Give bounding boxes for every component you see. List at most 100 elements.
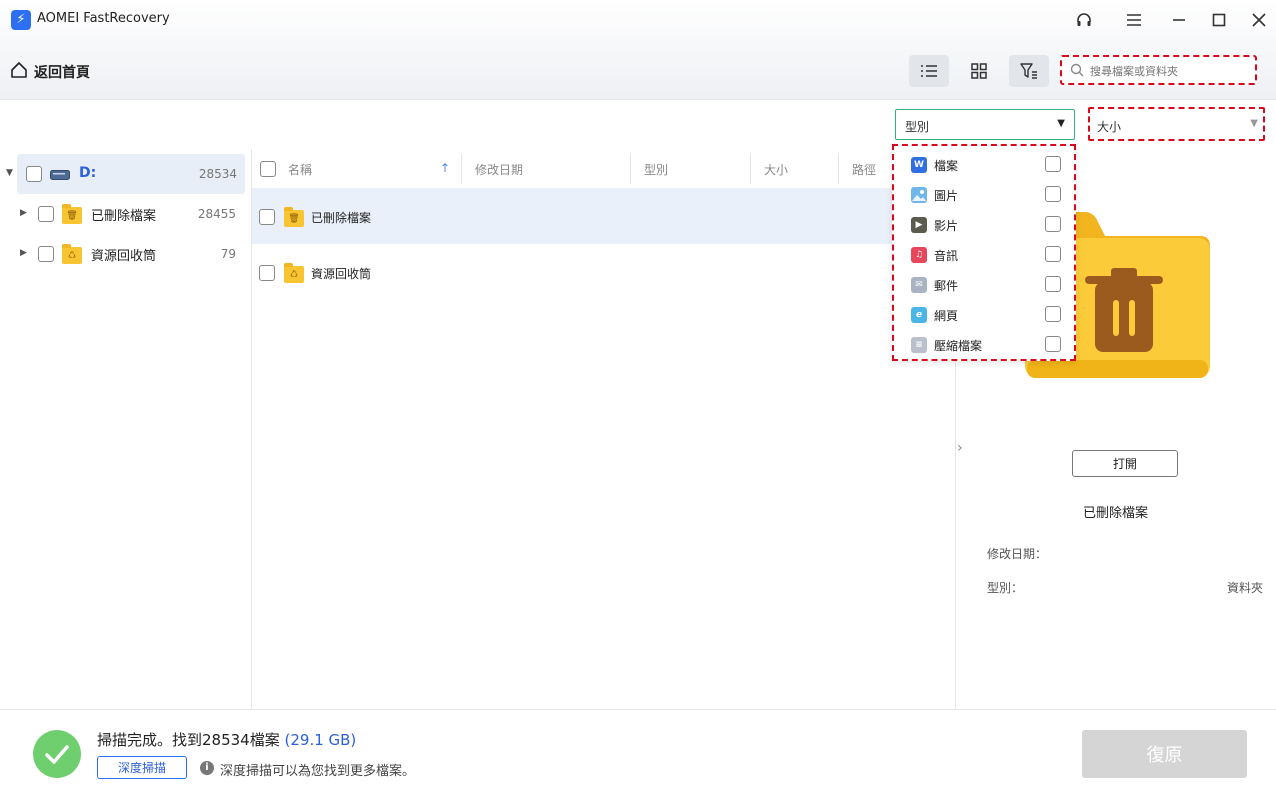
close-icon[interactable]	[1244, 6, 1274, 34]
home-icon[interactable]	[10, 61, 28, 79]
size-filter-label: 大小	[1097, 120, 1122, 134]
maximize-icon[interactable]	[1204, 6, 1234, 34]
caret-down-icon: ▼	[1057, 118, 1065, 129]
type-filter-dropdown: W 檔案 圖片 ▶ 影片 ♫ 音訊 ✉ 郵件 e 網頁 ≡ 壓縮檔案	[892, 144, 1076, 361]
web-page-icon: e	[911, 307, 927, 323]
tree-item-recycle-bin[interactable]: ▶ ♺ 資源回收筒 79	[0, 234, 245, 274]
column-header-path[interactable]: 路徑	[852, 161, 876, 178]
tree-root-drive[interactable]: ▼ D: 28534	[6, 154, 245, 194]
scan-status-prefix: 掃描完成。找到28534檔案	[97, 731, 285, 749]
type-option-label: 壓縮檔案	[934, 339, 983, 353]
preview-type-label: 型別：	[987, 581, 1024, 595]
select-all-checkbox[interactable]	[260, 161, 276, 177]
app-title: AOMEI FastRecovery	[37, 11, 170, 26]
mail-icon: ✉	[911, 277, 927, 293]
image-icon	[911, 187, 927, 203]
open-button[interactable]: 打開	[1072, 450, 1178, 477]
type-filter-select[interactable]: 型別 ▼	[895, 109, 1075, 140]
type-option-checkbox[interactable]	[1045, 276, 1061, 292]
filter-button[interactable]	[1009, 55, 1049, 87]
deep-scan-button[interactable]: 深度掃描	[97, 756, 187, 779]
column-header-name[interactable]: 名稱	[288, 161, 312, 178]
zip-icon: ≡	[911, 337, 927, 353]
column-header-size[interactable]: 大小	[764, 161, 788, 178]
scan-complete-check-icon	[33, 730, 81, 778]
back-to-home-link[interactable]: 返回首頁	[34, 62, 90, 82]
column-header-type[interactable]: 型別	[644, 161, 668, 178]
search-icon	[1070, 63, 1084, 77]
type-option-checkbox[interactable]	[1045, 336, 1061, 352]
tree-checkbox[interactable]	[26, 166, 42, 182]
type-option-label: 檔案	[934, 159, 959, 173]
chevron-right-icon[interactable]: ›	[957, 440, 963, 456]
table-row[interactable]: ♺ 資源回收筒	[252, 245, 955, 300]
row-name: 已刪除檔案	[311, 211, 372, 225]
row-checkbox[interactable]	[259, 209, 275, 225]
type-option-checkbox[interactable]	[1045, 246, 1061, 262]
tree-item-label: 已刪除檔案	[91, 209, 157, 224]
folder-tree-panel: ▼ D: 28534 ▶ 🗑 已刪除檔案 28455 ▶ ♺ 資源回收筒 79	[0, 149, 252, 709]
type-option-label: 音訊	[934, 249, 959, 263]
preview-modified-label: 修改日期：	[987, 547, 1048, 561]
tree-item-label: 資源回收筒	[91, 249, 157, 264]
type-option-label: 網頁	[934, 309, 959, 323]
list-view-button[interactable]	[909, 55, 949, 87]
file-list-header: 名稱 ↑ 修改日期 型別 大小 路徑	[252, 149, 955, 189]
row-checkbox[interactable]	[259, 265, 275, 281]
tree-root-count: 28534	[198, 167, 237, 181]
headset-support-icon[interactable]	[1069, 6, 1099, 34]
minimize-icon[interactable]	[1164, 6, 1194, 34]
caret-down-icon: ▼	[1250, 118, 1258, 129]
trash-folder-icon: 🗑	[284, 207, 304, 227]
row-name: 資源回收筒	[311, 267, 372, 281]
music-icon: ♫	[911, 247, 927, 263]
tree-checkbox[interactable]	[38, 206, 54, 222]
list-view-icon	[921, 65, 937, 77]
size-filter-select[interactable]: 大小 ▼	[1088, 107, 1265, 141]
video-icon: ▶	[911, 217, 927, 233]
expand-arrow-icon[interactable]: ▼	[6, 168, 13, 178]
type-filter-label: 型別	[905, 120, 930, 134]
preview-type-value: 資料夾	[1226, 581, 1263, 595]
expand-arrow-icon[interactable]: ▶	[20, 248, 27, 258]
type-option-audio[interactable]: ♫ 音訊	[894, 240, 1074, 270]
type-option-videos[interactable]: ▶ 影片	[894, 210, 1074, 240]
tree-item-count: 28455	[197, 207, 236, 221]
search-box[interactable]	[1060, 55, 1257, 85]
filter-icon	[1020, 63, 1037, 79]
type-option-documents[interactable]: W 檔案	[894, 150, 1074, 180]
table-row[interactable]: 🗑 已刪除檔案	[252, 189, 955, 244]
scan-total-size: (29.1 GB)	[284, 731, 357, 749]
app-logo-icon: ⚡	[11, 10, 31, 30]
type-option-label: 圖片	[934, 189, 959, 203]
recycle-folder-icon: ♺	[284, 263, 304, 283]
grid-view-button[interactable]	[959, 55, 999, 87]
drive-icon	[50, 169, 70, 184]
tree-item-count: 79	[220, 247, 236, 261]
sort-ascending-icon[interactable]: ↑	[440, 161, 450, 175]
type-option-checkbox[interactable]	[1045, 156, 1061, 172]
type-option-mail[interactable]: ✉ 郵件	[894, 270, 1074, 300]
recover-button[interactable]: 復原	[1082, 730, 1247, 778]
type-option-label: 郵件	[934, 279, 959, 293]
tree-root-label: D:	[79, 165, 97, 181]
search-input[interactable]	[1090, 62, 1250, 80]
type-option-checkbox[interactable]	[1045, 186, 1061, 202]
type-option-web-pages[interactable]: e 網頁	[894, 300, 1074, 330]
type-option-checkbox[interactable]	[1045, 216, 1061, 232]
deep-scan-hint: 深度掃描可以為您找到更多檔案。	[220, 764, 416, 779]
grid-view-icon	[971, 63, 987, 79]
column-header-modified[interactable]: 修改日期	[475, 161, 523, 178]
preview-file-name: 已刪除檔案	[1082, 506, 1148, 521]
expand-arrow-icon[interactable]: ▶	[20, 208, 27, 218]
tree-checkbox[interactable]	[38, 246, 54, 262]
info-icon: i	[200, 761, 214, 775]
menu-icon[interactable]	[1119, 6, 1149, 34]
trash-folder-icon: 🗑	[62, 204, 82, 224]
type-option-checkbox[interactable]	[1045, 306, 1061, 322]
type-option-archives[interactable]: ≡ 壓縮檔案	[894, 330, 1074, 360]
tree-item-deleted-files[interactable]: ▶ 🗑 已刪除檔案 28455	[0, 194, 245, 234]
type-option-images[interactable]: 圖片	[894, 180, 1074, 210]
scan-status-text: 掃描完成。找到28534檔案 (29.1 GB)	[97, 729, 356, 750]
type-option-label: 影片	[934, 219, 959, 233]
